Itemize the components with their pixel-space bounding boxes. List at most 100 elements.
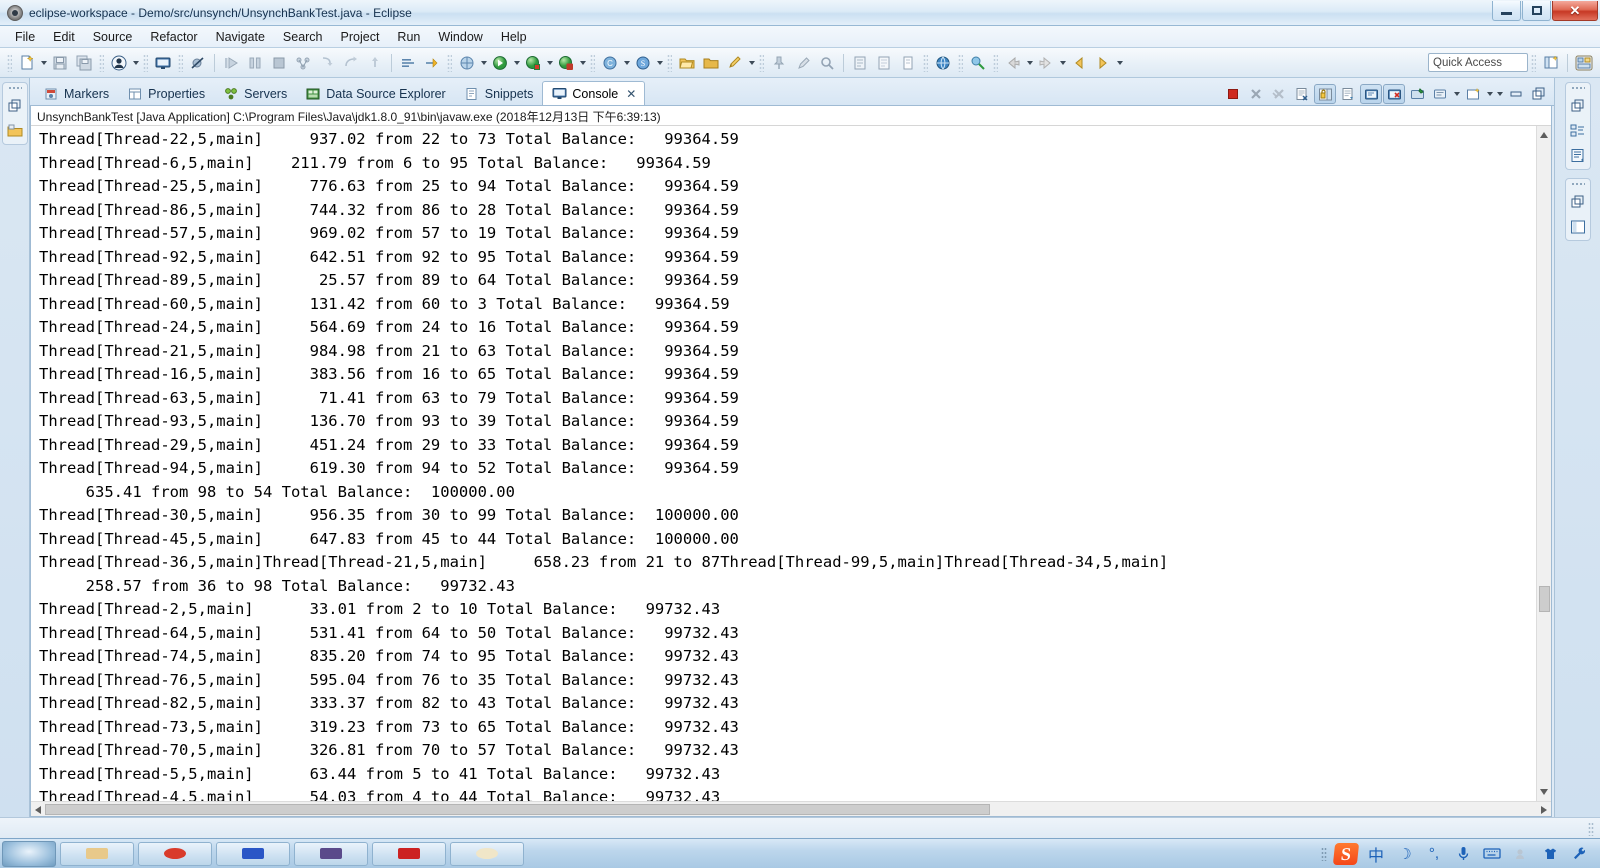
debug-icon[interactable] [489, 52, 511, 74]
outline-icon[interactable] [1568, 121, 1588, 141]
run-icon[interactable] [522, 52, 544, 74]
taskbar-item[interactable] [216, 841, 290, 866]
show-console-on-output-button[interactable] [1360, 84, 1382, 104]
prev-annotation-icon[interactable] [873, 52, 895, 74]
menu-item-navigate[interactable]: Navigate [207, 28, 274, 46]
globe-icon[interactable] [932, 52, 954, 74]
open-console-caret[interactable] [1485, 83, 1494, 105]
open-console-button[interactable] [1462, 84, 1484, 104]
soft-keyboard-icon[interactable] [1481, 843, 1503, 865]
back-caret[interactable] [1025, 52, 1034, 74]
console-vertical-scrollbar[interactable] [1536, 126, 1551, 801]
palette-icon[interactable] [1568, 217, 1588, 237]
coverage-icon[interactable] [555, 52, 577, 74]
clear-console-button[interactable] [1291, 84, 1313, 104]
word-wrap-button[interactable] [1337, 84, 1359, 104]
menu-item-run[interactable]: Run [388, 28, 429, 46]
restore-icon[interactable] [1568, 192, 1588, 212]
person-icon[interactable] [108, 52, 130, 74]
toolbar-grip-9[interactable] [923, 53, 928, 72]
suspend-icon[interactable] [244, 52, 266, 74]
open-type-icon[interactable]: S [632, 52, 654, 74]
pin-icon[interactable] [768, 52, 790, 74]
back-nav-icon[interactable] [1068, 52, 1090, 74]
pin-console-button[interactable] [1406, 84, 1428, 104]
scroll-down-icon[interactable] [1540, 789, 1548, 795]
person-caret[interactable] [131, 52, 140, 74]
open-perspective-icon[interactable] [1540, 52, 1562, 74]
task-list-icon[interactable] [1568, 146, 1588, 166]
new-wizard-caret[interactable] [39, 52, 48, 74]
view-menu-button[interactable] [1495, 83, 1504, 105]
input-mode-chinese-icon[interactable]: 中 [1365, 843, 1387, 865]
run-caret[interactable] [545, 52, 554, 74]
tab-console[interactable]: Console ✕ [542, 81, 646, 105]
display-selected-console-button[interactable] [1429, 84, 1451, 104]
edit-caret[interactable] [747, 52, 756, 74]
moon-icon[interactable]: ☽ [1394, 843, 1416, 865]
save-all-icon[interactable] [73, 52, 95, 74]
taskbar-item[interactable] [60, 841, 134, 866]
resume-icon[interactable] [220, 52, 242, 74]
remove-launch-button[interactable] [1245, 84, 1267, 104]
new-class-icon[interactable]: C [599, 52, 621, 74]
external-tools-icon[interactable] [397, 52, 419, 74]
menu-item-source[interactable]: Source [84, 28, 142, 46]
edit-icon[interactable] [724, 52, 746, 74]
vertical-scroll-thumb[interactable] [1539, 586, 1550, 612]
package-explorer-icon[interactable] [5, 121, 25, 141]
menu-item-project[interactable]: Project [332, 28, 389, 46]
toolbar-grip-12[interactable] [1531, 53, 1536, 72]
fast-view-grip[interactable] [7, 86, 22, 91]
tab-data-source-explorer[interactable]: Data Source Explorer [296, 81, 455, 105]
fast-view-grip-2[interactable] [1570, 182, 1585, 187]
save-icon[interactable] [49, 52, 71, 74]
run-last-icon[interactable] [421, 52, 443, 74]
toolbar-grip-11[interactable] [993, 53, 998, 72]
menu-item-file[interactable]: File [6, 28, 44, 46]
menu-item-search[interactable]: Search [274, 28, 332, 46]
toolbar-grip-7[interactable] [667, 53, 672, 72]
display-selected-console-caret[interactable] [1452, 83, 1461, 105]
coverage-caret[interactable] [578, 52, 587, 74]
console-icon[interactable] [152, 52, 174, 74]
maximize-view-button[interactable] [1528, 84, 1550, 104]
start-button[interactable] [2, 840, 56, 867]
scroll-right-icon[interactable] [1541, 806, 1547, 814]
menu-item-refactor[interactable]: Refactor [141, 28, 206, 46]
console-horizontal-scrollbar[interactable] [31, 801, 1551, 816]
user-icon[interactable] [1510, 843, 1532, 865]
scroll-up-icon[interactable] [1540, 132, 1548, 138]
close-icon[interactable]: ✕ [626, 87, 636, 101]
new-java-project-icon[interactable] [456, 52, 478, 74]
restore-icon[interactable] [5, 96, 25, 116]
tray-grip[interactable] [1321, 846, 1327, 861]
minimize-view-button[interactable] [1505, 84, 1527, 104]
remove-all-launches-button[interactable] [1268, 84, 1290, 104]
voice-input-icon[interactable] [1452, 843, 1474, 865]
step-over-icon[interactable] [340, 52, 362, 74]
next-annotation-icon[interactable] [849, 52, 871, 74]
restore-icon[interactable] [1568, 96, 1588, 116]
terminate-button[interactable] [1222, 84, 1244, 104]
forward-nav-caret[interactable] [1115, 52, 1124, 74]
toolbar-grip-4[interactable] [178, 53, 183, 72]
fast-view-grip[interactable] [1570, 86, 1585, 91]
skin-icon[interactable] [1539, 843, 1561, 865]
skip-breakpoints-icon[interactable] [187, 52, 209, 74]
forward-caret[interactable] [1058, 52, 1067, 74]
search-icon[interactable] [816, 52, 838, 74]
punctuation-icon[interactable]: °, [1423, 843, 1445, 865]
forward-icon[interactable] [1035, 52, 1057, 74]
toolbox-icon[interactable] [1568, 843, 1590, 865]
ruler-icon[interactable] [897, 52, 919, 74]
maximize-button[interactable] [1522, 1, 1551, 21]
java-perspective-icon[interactable] [1573, 52, 1595, 74]
taskbar-item[interactable] [294, 841, 368, 866]
taskbar-item[interactable] [450, 841, 524, 866]
status-bar-grip[interactable] [1588, 821, 1594, 836]
taskbar-item[interactable] [372, 841, 446, 866]
sogou-logo-icon[interactable]: S [1332, 842, 1360, 865]
taskbar-item[interactable] [138, 841, 212, 866]
open-folder-2-icon[interactable] [700, 52, 722, 74]
